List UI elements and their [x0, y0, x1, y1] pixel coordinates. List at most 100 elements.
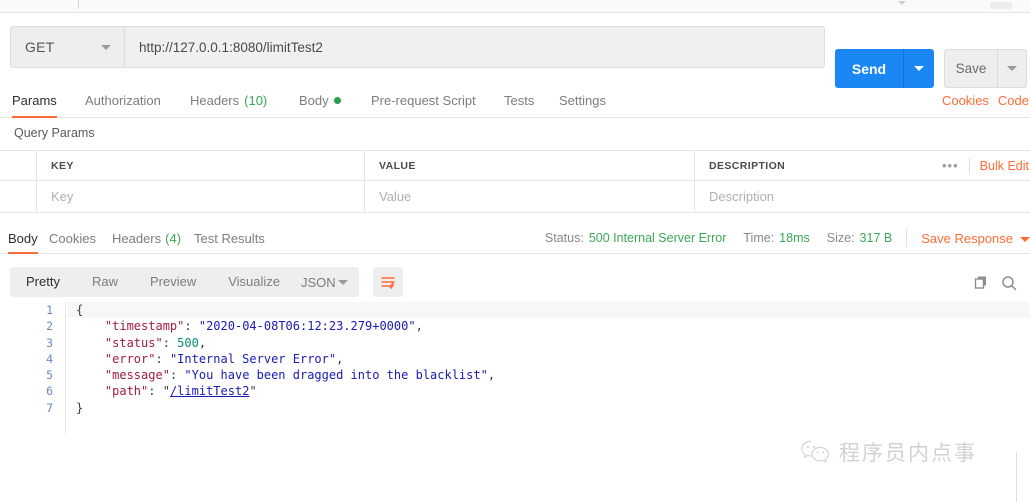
chevron-down-icon	[914, 66, 924, 71]
table-actions: ••• Bulk Edit	[921, 151, 1030, 180]
url-input[interactable]: http://127.0.0.1:8080/limitTest2	[125, 26, 825, 68]
column-header-label: VALUE	[379, 159, 416, 172]
value-input[interactable]: Value	[365, 181, 695, 212]
body-present-dot-icon	[333, 96, 341, 104]
cookies-link[interactable]: Cookies	[942, 93, 989, 108]
query-params-table: KEY VALUE DESCRIPTION ••• Bulk Edit Key …	[0, 150, 1030, 213]
more-options-icon[interactable]: •••	[942, 158, 959, 173]
tab-headers[interactable]: Headers (10)	[190, 82, 267, 118]
copy-icon[interactable]	[973, 274, 991, 292]
view-mode-visualize[interactable]: Visualize	[212, 267, 296, 297]
code-line: }	[76, 400, 84, 415]
table-row: Key Value Description	[0, 181, 1030, 213]
line-number: 4	[46, 351, 53, 366]
line-number: 6	[46, 384, 53, 399]
code-line: "status": 500,	[104, 335, 207, 350]
response-body-toolbar: Pretty Raw Preview Visualize JSON	[0, 262, 1030, 302]
search-icon[interactable]	[1000, 274, 1018, 292]
tab-params[interactable]: Params	[12, 82, 57, 118]
query-params-title: Query Params	[14, 126, 95, 140]
chevron-down-icon	[101, 45, 111, 50]
tab-label: Body	[299, 92, 329, 108]
http-method-label: GET	[25, 39, 55, 55]
view-mode-group: Pretty Raw Preview Visualize	[10, 267, 297, 297]
response-tab-body[interactable]: Body	[8, 222, 38, 254]
tab-label: Authorization	[85, 92, 161, 108]
word-wrap-icon	[381, 277, 395, 289]
time-label: Time:	[743, 231, 775, 245]
value-placeholder: Value	[379, 189, 412, 204]
size-label: Size:	[826, 231, 855, 245]
select-all-cell[interactable]	[0, 151, 37, 180]
request-actions: Cookies Code	[942, 82, 1030, 118]
column-key: KEY	[37, 151, 365, 180]
time-value: 18ms	[779, 231, 810, 245]
view-mode-preview[interactable]: Preview	[134, 267, 212, 297]
line-number: 2	[46, 319, 53, 334]
tab-label: Cookies	[49, 230, 96, 246]
tab-label: Pre-request Script	[371, 92, 476, 108]
code-line: {	[67, 302, 1030, 319]
json-value-timestamp: "2020-04-08T06:12:23.279+0000"	[198, 319, 416, 334]
view-mode-pretty[interactable]: Pretty	[10, 267, 76, 297]
key-placeholder: Key	[51, 189, 74, 204]
tab-authorization[interactable]: Authorization	[85, 82, 161, 118]
chevron-down-icon	[1007, 66, 1017, 71]
line-number: 3	[46, 335, 53, 350]
column-description: DESCRIPTION	[695, 151, 921, 180]
path-link[interactable]: /limitTest2	[170, 384, 249, 398]
view-mode-raw[interactable]: Raw	[76, 267, 134, 297]
tab-headers-count: (10)	[244, 92, 268, 108]
word-wrap-button[interactable]	[373, 267, 403, 297]
bulk-edit-button[interactable]: Bulk Edit	[980, 159, 1029, 173]
save-response-button[interactable]: Save Response	[921, 231, 1013, 246]
column-header-label: KEY	[51, 159, 74, 172]
json-code[interactable]: { "timestamp": "2020-04-08T06:12:23.279+…	[67, 302, 1030, 434]
row-checkbox-cell[interactable]	[0, 181, 37, 212]
postman-window: GET http://127.0.0.1:8080/limitTest2 Sen…	[0, 0, 1030, 502]
tab-label: Body	[8, 230, 38, 246]
format-selector[interactable]: JSON	[289, 267, 359, 297]
chevron-down-icon[interactable]	[1020, 236, 1030, 242]
tab-label: Headers	[112, 230, 162, 246]
tab-label: Params	[12, 92, 57, 108]
http-method-selector[interactable]: GET	[10, 26, 125, 68]
response-body-viewer: 1 2 3 4 5 6 7 { "timestamp": "2020-04-08…	[0, 302, 1030, 434]
tab-body[interactable]: Body	[299, 82, 341, 118]
status-badge: 500 Internal Server Error	[588, 231, 727, 245]
response-tabs: Body Cookies Headers (4) Test Results St…	[0, 222, 1030, 254]
response-tab-cookies[interactable]: Cookies	[49, 222, 96, 254]
code-line: "timestamp": "2020-04-08T06:12:23.279+00…	[104, 319, 423, 334]
column-header-label: DESCRIPTION	[709, 159, 786, 172]
tab-pre-request-script[interactable]: Pre-request Script	[371, 82, 476, 118]
code-line: "path": "/limitTest2"	[104, 384, 257, 399]
column-value: VALUE	[365, 151, 695, 180]
watermark: 程序员内点事	[800, 437, 977, 467]
code-link[interactable]: Code	[998, 93, 1029, 108]
table-header-row: KEY VALUE DESCRIPTION ••• Bulk Edit	[0, 150, 1030, 181]
response-tab-test-results[interactable]: Test Results	[194, 222, 265, 254]
tab-label: Headers	[190, 92, 240, 108]
json-value-status: 500	[177, 335, 199, 350]
watermark-divider	[1016, 452, 1017, 502]
key-input[interactable]: Key	[37, 181, 365, 212]
tab-label: Tests	[504, 92, 535, 108]
status-label: Status:	[544, 231, 584, 245]
code-line: "message": "You have been dragged into t…	[104, 368, 496, 383]
row-actions	[921, 181, 1030, 212]
response-headers-count: (4)	[165, 230, 182, 246]
code-line: "error": "Internal Server Error",	[104, 351, 344, 366]
description-input[interactable]: Description	[695, 181, 921, 212]
tab-settings[interactable]: Settings	[559, 82, 606, 118]
chevron-down-icon[interactable]	[898, 1, 906, 5]
line-number: 1	[46, 303, 53, 317]
response-meta: Status: 500 Internal Server Error Time: …	[545, 222, 1030, 254]
new-tab-button[interactable]	[990, 2, 1012, 9]
format-label: JSON	[301, 274, 336, 290]
response-tab-headers[interactable]: Headers (4)	[112, 222, 181, 254]
tab-label: Test Results	[194, 230, 265, 246]
url-text: http://127.0.0.1:8080/limitTest2	[139, 39, 323, 55]
json-value-message: "You have been dragged into the blacklis…	[184, 368, 488, 383]
tab-tests[interactable]: Tests	[504, 82, 534, 118]
divider	[968, 157, 970, 174]
